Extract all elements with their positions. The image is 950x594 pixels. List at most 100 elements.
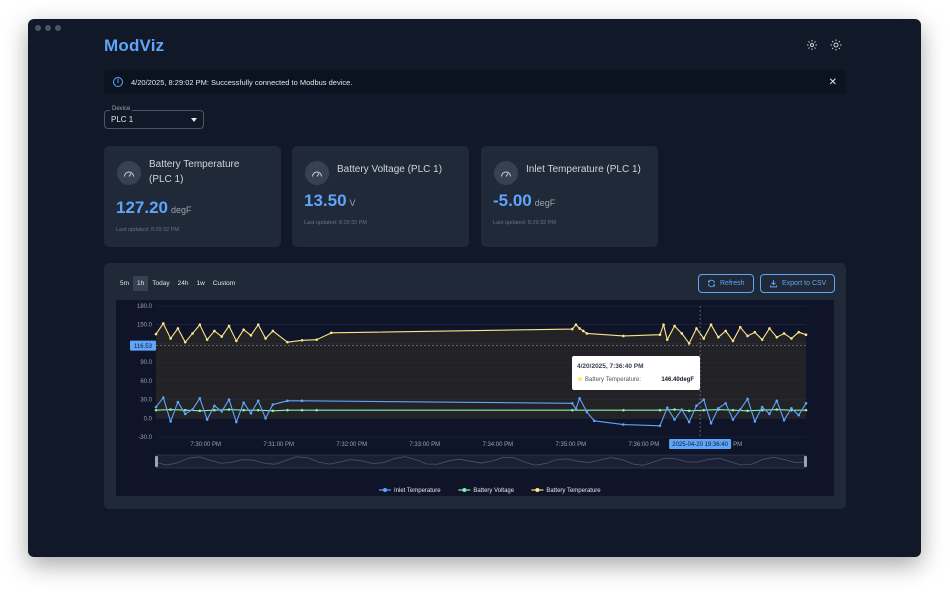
time-range-selector: 5m 1h Today 24h 1w Custom [116, 276, 239, 291]
range-today[interactable]: Today [148, 276, 173, 291]
app-window: ModViz i 4/20/2025, 8:29:02 PM: Successf… [28, 19, 921, 557]
battery-temperature-point [585, 332, 589, 335]
battery-temperature-point [680, 332, 684, 335]
gear-icon[interactable] [806, 39, 818, 51]
export-csv-button[interactable]: Export to CSV [760, 274, 836, 293]
inlet-temperature-point [585, 410, 589, 414]
connection-alert: i 4/20/2025, 8:29:02 PM: Successfully co… [104, 70, 846, 94]
y-tick-label: 0.0 [144, 416, 153, 422]
device-select[interactable]: PLC 1 [104, 110, 204, 129]
inlet-temperature-point [790, 407, 793, 410]
refresh-button[interactable]: Refresh [698, 274, 754, 293]
chevron-down-icon [191, 118, 197, 122]
battery-temperature-point [249, 334, 253, 337]
battery-temperature-point [753, 330, 757, 334]
alert-message: 4/20/2025, 8:29:02 PM: Successfully conn… [131, 77, 353, 87]
battery-temperature-point [300, 339, 304, 342]
zoom-slider [155, 454, 807, 469]
gauge-icon [305, 161, 329, 185]
info-icon: i [113, 77, 123, 87]
zoom-handle-right [804, 456, 807, 467]
inlet-temperature-point [205, 418, 209, 421]
x-tick-label: 7:34:00 PM [482, 442, 513, 448]
card-updated: Last updated: 8:29:32 PM [493, 220, 556, 226]
inlet-temperature-point [220, 410, 224, 413]
inlet-temperature-point [162, 396, 165, 399]
inlet-temperature-point [176, 400, 180, 404]
inlet-temperature-point [183, 412, 187, 416]
inlet-temperature-point [709, 421, 713, 425]
inlet-temperature-point [680, 408, 684, 411]
battery-voltage-point [731, 408, 735, 412]
chart-panel: 5m 1h Today 24h 1w Custom Refresh Export… [104, 263, 846, 509]
legend-swatch-dot [462, 488, 467, 492]
line-chart[interactable]: 180.0150.0120.090.060.030.00.0-30.07:30:… [116, 300, 834, 496]
inlet-temperature-point [256, 399, 260, 403]
battery-voltage-point [256, 408, 260, 412]
battery-temperature-point [198, 323, 202, 327]
battery-temperature-point [271, 329, 275, 333]
range-5m[interactable]: 5m [116, 276, 133, 291]
app-title: ModViz [104, 36, 165, 55]
battery-temperature-point [658, 333, 662, 336]
battery-temperature-point [329, 331, 333, 335]
y-tick-label: -30.0 [138, 435, 152, 441]
range-1h[interactable]: 1h [133, 276, 149, 291]
card-updated: Last updated: 8:29:32 PM [116, 227, 179, 233]
y-tick-label: 180.0 [137, 304, 153, 310]
inlet-temperature-point [760, 405, 764, 409]
battery-voltage-point [169, 408, 172, 411]
battery-voltage-point [687, 409, 691, 413]
inlet-temperature-point [804, 402, 808, 405]
inlet-temperature-point [724, 402, 727, 405]
inlet-temperature-point [271, 403, 275, 406]
battery-temperature-point [731, 339, 735, 343]
tooltip-value: 146.40degF [661, 377, 694, 383]
battery-voltage-point [213, 408, 216, 412]
inlet-temperature-point [687, 420, 691, 424]
battery-temperature-point [724, 329, 727, 333]
legend-swatch-dot [383, 488, 387, 492]
battery-temperature-point [687, 342, 691, 345]
inlet-temperature-point [695, 404, 698, 408]
battery-voltage-point [622, 408, 625, 412]
inlet-temperature-point [673, 418, 676, 421]
inlet-temperature-point [227, 398, 231, 401]
close-window-dot[interactable] [35, 25, 41, 31]
range-1w[interactable]: 1w [192, 276, 208, 291]
inlet-temperature-point [235, 420, 238, 424]
refresh-icon [708, 279, 715, 288]
battery-voltage-point [804, 408, 808, 412]
battery-temperature-point [622, 334, 625, 338]
card-title: Battery Voltage (PLC 1) [337, 164, 443, 175]
y-tick-label: 90.0 [140, 360, 152, 366]
battery-voltage-point [673, 408, 676, 411]
tooltip-series-name: Battery Temperature: [585, 377, 641, 383]
battery-temperature-point [227, 324, 231, 328]
inlet-temperature-point [169, 420, 172, 423]
battery-temperature-point [760, 338, 764, 341]
close-icon[interactable]: ✕ [829, 77, 837, 88]
inlet-temperature-point [731, 418, 735, 421]
sun-icon[interactable] [830, 39, 842, 51]
battery-temperature-point [746, 334, 749, 338]
cursor-x-suffix: PM [733, 442, 742, 448]
minimize-window-dot[interactable] [45, 25, 51, 31]
zoom-window-dot[interactable] [55, 25, 61, 31]
tooltip-title: 4/20/2025, 7:36:40 PM [577, 363, 644, 370]
y-tick-label: 60.0 [140, 379, 152, 385]
battery-temperature-card: Battery Temperature (PLC 1) 127.20 degF L… [104, 146, 281, 247]
inlet-temperature-point [768, 412, 771, 416]
battery-temperature-point [782, 332, 786, 335]
y-tick-label: 150.0 [137, 323, 153, 329]
range-custom[interactable]: Custom [209, 276, 239, 291]
battery-temperature-point [797, 330, 800, 334]
battery-temperature-point [574, 323, 578, 327]
inlet-temperature-point [782, 418, 786, 422]
inlet-temperature-point [249, 411, 253, 415]
battery-temperature-point [169, 337, 172, 340]
battery-temperature-point [256, 323, 260, 327]
chart-svg: 180.0150.0120.090.060.030.00.0-30.07:30:… [130, 304, 808, 494]
range-24h[interactable]: 24h [174, 276, 193, 291]
battery-temperature-point [768, 327, 771, 330]
